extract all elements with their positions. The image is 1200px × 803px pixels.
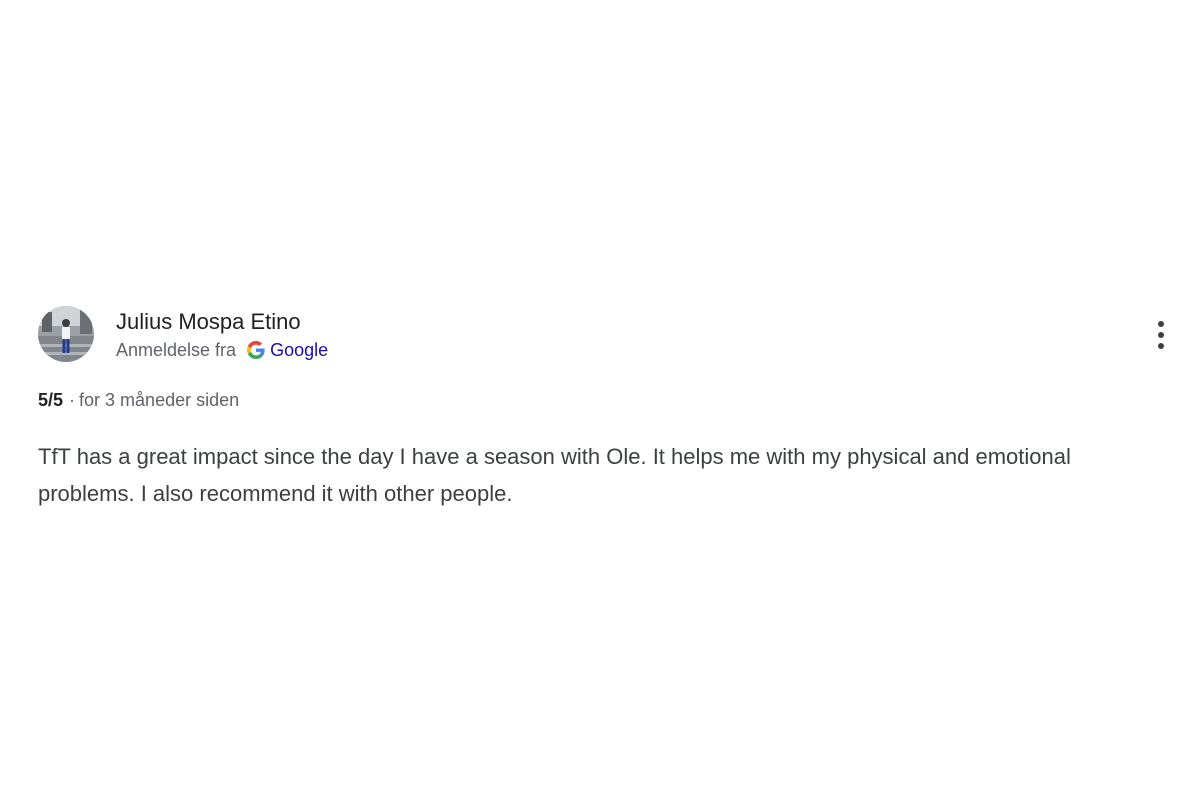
review-meta: 5/5 · for 3 måneder siden bbox=[38, 388, 1168, 412]
avatar[interactable] bbox=[38, 306, 94, 362]
author-block: Julius Mospa Etino Anmeldelse fra Google bbox=[116, 308, 328, 362]
more-vertical-icon bbox=[1158, 321, 1164, 327]
review-text: TfT has a great impact since the day I h… bbox=[38, 444, 1071, 506]
review-header: Julius Mospa Etino Anmeldelse fra Google bbox=[38, 306, 1168, 362]
review-source: Anmeldelse fra Google bbox=[116, 338, 328, 362]
more-vertical-icon-dot bbox=[1158, 332, 1164, 338]
avatar-photo bbox=[38, 306, 94, 362]
google-g-icon bbox=[247, 341, 265, 359]
rating: 5/5 bbox=[38, 390, 64, 410]
author-name[interactable]: Julius Mospa Etino bbox=[116, 308, 328, 336]
more-options-button[interactable] bbox=[1154, 318, 1168, 352]
page: Julius Mospa Etino Anmeldelse fra Google bbox=[0, 0, 1200, 803]
more-vertical-icon-dot bbox=[1158, 343, 1164, 349]
review-card: Julius Mospa Etino Anmeldelse fra Google bbox=[38, 306, 1168, 512]
review-time: for 3 måneder siden bbox=[79, 390, 240, 410]
meta-separator: · bbox=[69, 390, 76, 410]
source-label: Anmeldelse fra bbox=[116, 340, 237, 360]
source-link-google[interactable]: Google bbox=[270, 338, 328, 362]
